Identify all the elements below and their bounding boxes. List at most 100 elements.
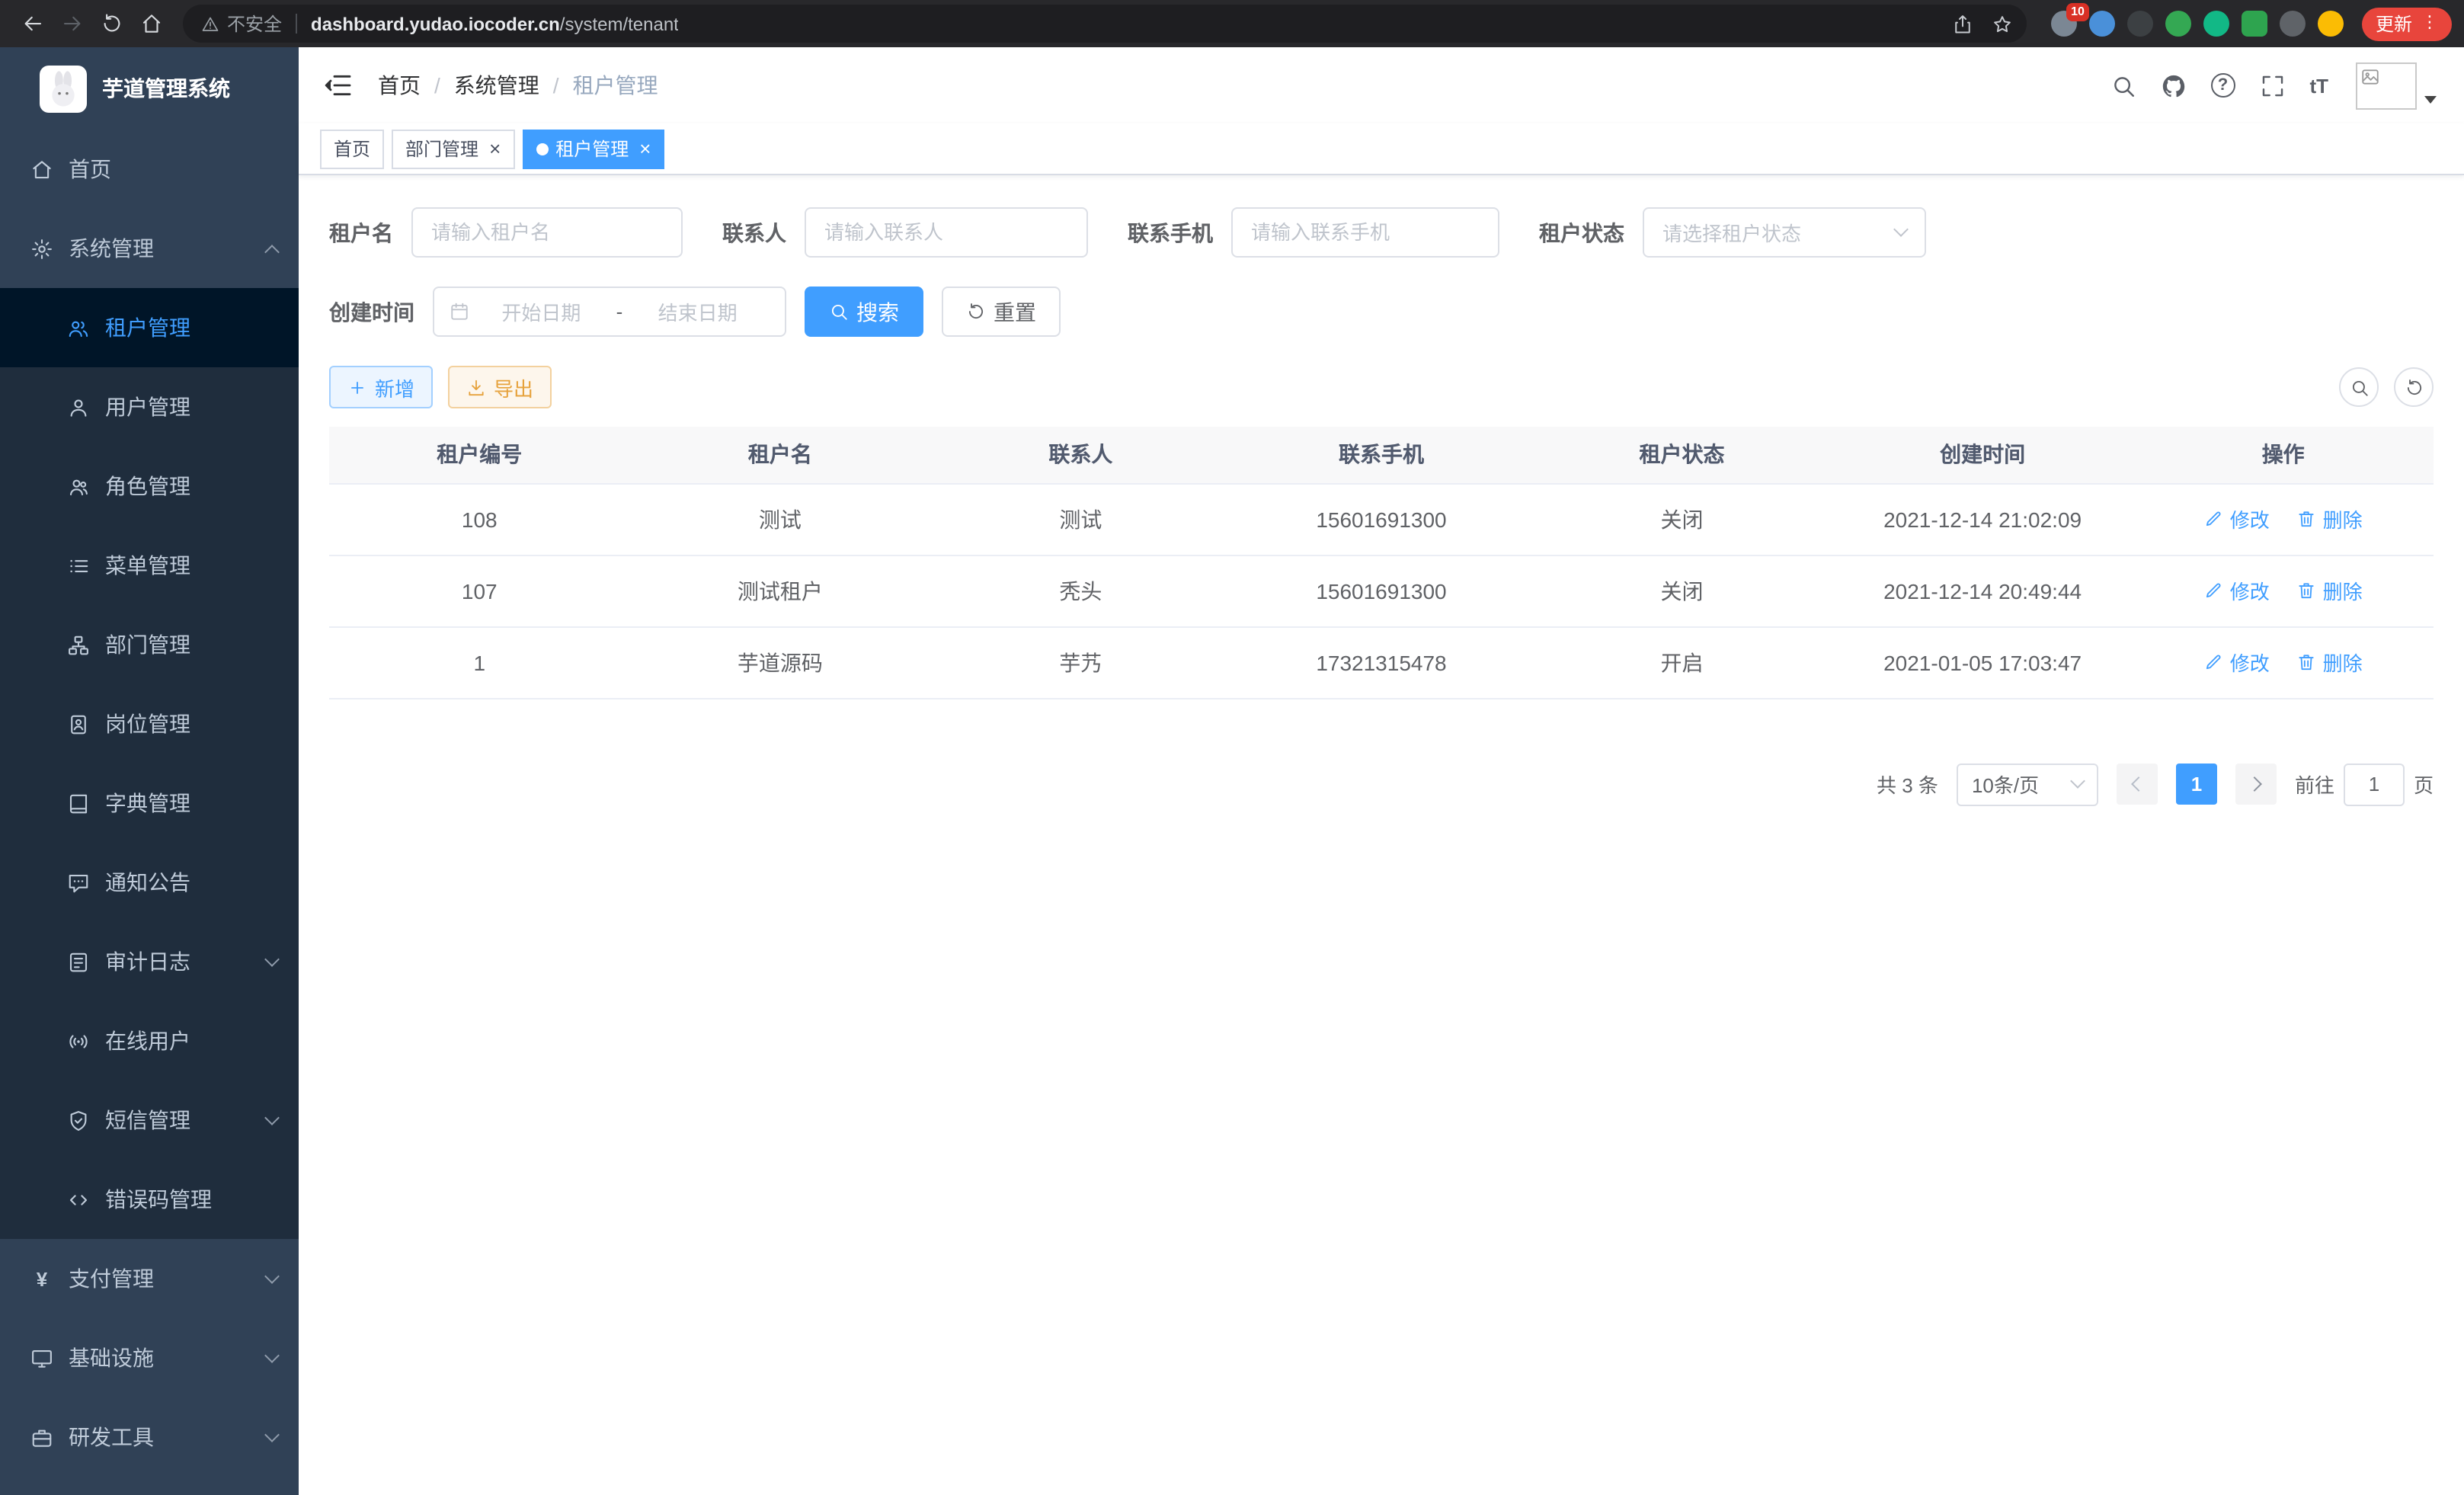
page-size-select[interactable]: 10条/页 bbox=[1957, 763, 2098, 805]
extension-icon[interactable] bbox=[2318, 11, 2344, 37]
sidebar-item-error-code[interactable]: 错误码管理 bbox=[0, 1160, 299, 1239]
trash-icon bbox=[2297, 581, 2317, 600]
date-start-placeholder: 开始日期 bbox=[469, 297, 613, 326]
shield-icon bbox=[67, 1109, 90, 1132]
sidebar-group-devtools[interactable]: 研发工具 bbox=[0, 1397, 299, 1477]
sidebar-group-sms[interactable]: 短信管理 bbox=[0, 1080, 299, 1160]
prev-page-button[interactable] bbox=[2117, 764, 2158, 805]
cell-contact: 测试 bbox=[930, 483, 1231, 555]
chevron-up-icon bbox=[264, 245, 280, 260]
tenant-name-input[interactable] bbox=[411, 207, 683, 258]
share-button[interactable] bbox=[1944, 5, 1981, 42]
github-icon[interactable] bbox=[2160, 72, 2186, 98]
sidebar-item-dept-management[interactable]: 部门管理 bbox=[0, 605, 299, 684]
extension-icon[interactable] bbox=[2280, 11, 2306, 37]
page-content: 租户名 联系人 联系手机 租户状态 请选择租户状态 bbox=[299, 175, 2464, 1495]
star-icon bbox=[1992, 13, 2013, 34]
address-bar[interactable]: 不安全 dashboard.yudao.iocoder.cn/system/te… bbox=[183, 5, 2027, 43]
sidebar-item-menu-management[interactable]: 菜单管理 bbox=[0, 526, 299, 605]
extension-icon[interactable] bbox=[2165, 11, 2191, 37]
column-header-actions: 操作 bbox=[2133, 427, 2434, 483]
calendar-icon bbox=[450, 302, 469, 322]
bookmark-button[interactable] bbox=[1984, 5, 2021, 42]
close-icon[interactable]: × bbox=[489, 139, 501, 158]
sidebar-item-online-users[interactable]: 在线用户 bbox=[0, 1001, 299, 1080]
trash-icon bbox=[2297, 509, 2317, 529]
goto-page-input[interactable] bbox=[2344, 763, 2405, 805]
sidebar-toggle-button[interactable] bbox=[323, 70, 354, 101]
sidebar-group-payment[interactable]: ¥ 支付管理 bbox=[0, 1239, 299, 1318]
extension-icon[interactable] bbox=[2203, 11, 2229, 37]
page-number-button[interactable]: 1 bbox=[2176, 764, 2217, 805]
search-button[interactable]: 搜索 bbox=[805, 287, 923, 337]
sidebar-item-tenant-management[interactable]: 租户管理 bbox=[0, 288, 299, 367]
sidebar-item-user-management[interactable]: 用户管理 bbox=[0, 367, 299, 447]
sidebar-item-dict-management[interactable]: 字典管理 bbox=[0, 764, 299, 843]
sidebar-item-notice[interactable]: 通知公告 bbox=[0, 843, 299, 922]
browser-refresh-button[interactable] bbox=[91, 4, 131, 43]
extension-icon[interactable] bbox=[2242, 11, 2267, 37]
column-header-tenant-name: 租户名 bbox=[630, 427, 931, 483]
contact-input[interactable] bbox=[805, 207, 1088, 258]
sidebar-group-infrastructure[interactable]: 基础设施 bbox=[0, 1318, 299, 1397]
app-logo[interactable]: 芋道管理系统 bbox=[0, 47, 299, 130]
filter-tenant-name: 租户名 bbox=[329, 207, 683, 258]
breadcrumb-item-system[interactable]: 系统管理 bbox=[454, 70, 539, 101]
search-icon bbox=[829, 302, 849, 322]
cell-created-at: 2021-12-14 20:49:44 bbox=[1832, 555, 2133, 626]
edit-button[interactable]: 修改 bbox=[2204, 576, 2270, 605]
sidebar-item-post-management[interactable]: 岗位管理 bbox=[0, 684, 299, 764]
add-button[interactable]: 新增 bbox=[329, 366, 433, 408]
extension-icon[interactable] bbox=[2127, 11, 2153, 37]
tab-tenant-management[interactable]: 租户管理 × bbox=[522, 129, 664, 168]
sidebar-item-role-management[interactable]: 角色管理 bbox=[0, 447, 299, 526]
navbar: 首页 / 系统管理 / 租户管理 ? tT bbox=[299, 47, 2464, 123]
omnibox-divider bbox=[296, 14, 297, 34]
table-header-row: 租户编号 租户名 联系人 联系手机 租户状态 创建时间 操作 bbox=[329, 427, 2434, 483]
user-avatar-menu[interactable] bbox=[2356, 62, 2437, 109]
browser-home-button[interactable] bbox=[131, 4, 171, 43]
fullscreen-icon[interactable] bbox=[2259, 72, 2285, 98]
status-label: 租户状态 bbox=[1539, 217, 1624, 248]
phone-input[interactable] bbox=[1231, 207, 1499, 258]
sidebar-menu: 首页 系统管理 租户管理 用户管理 bbox=[0, 130, 299, 1495]
search-icon bbox=[2349, 377, 2369, 397]
help-icon[interactable]: ? bbox=[2210, 73, 2235, 98]
sidebar-group-audit-log[interactable]: 审计日志 bbox=[0, 922, 299, 1001]
tab-home[interactable]: 首页 bbox=[320, 129, 384, 168]
close-icon[interactable]: × bbox=[639, 139, 651, 158]
chevron-right-icon bbox=[2247, 776, 2262, 792]
breadcrumb-item-home[interactable]: 首页 bbox=[378, 70, 421, 101]
delete-button[interactable]: 删除 bbox=[2297, 648, 2363, 677]
avatar-broken-image bbox=[2356, 62, 2417, 109]
edit-button[interactable]: 修改 bbox=[2204, 648, 2270, 677]
export-button[interactable]: 导出 bbox=[448, 366, 552, 408]
reset-button[interactable]: 重置 bbox=[942, 287, 1061, 337]
audit-log-icon bbox=[67, 950, 90, 973]
toggle-search-button[interactable] bbox=[2339, 367, 2379, 407]
navbar-actions: ? tT bbox=[2110, 62, 2437, 109]
date-range-picker[interactable]: 开始日期 - 结束日期 bbox=[433, 287, 786, 337]
table-tools bbox=[2339, 367, 2434, 407]
sidebar-item-home[interactable]: 首页 bbox=[0, 130, 299, 209]
extension-icon[interactable]: 10 bbox=[2051, 11, 2077, 37]
browser-back-button[interactable] bbox=[12, 4, 52, 43]
tenant-name-label: 租户名 bbox=[329, 217, 393, 248]
next-page-button[interactable] bbox=[2235, 764, 2277, 805]
header-search-icon[interactable] bbox=[2110, 72, 2136, 98]
site-security-chip[interactable]: 不安全 bbox=[201, 11, 282, 37]
tenant-table: 租户编号 租户名 联系人 联系手机 租户状态 创建时间 操作 108 测试 bbox=[329, 427, 2434, 699]
cell-phone: 15601691300 bbox=[1231, 555, 1532, 626]
cell-status: 关闭 bbox=[1531, 483, 1832, 555]
delete-button[interactable]: 删除 bbox=[2297, 504, 2363, 533]
refresh-table-button[interactable] bbox=[2394, 367, 2434, 407]
font-size-icon[interactable]: tT bbox=[2309, 74, 2328, 97]
delete-button[interactable]: 删除 bbox=[2297, 576, 2363, 605]
sidebar-group-system[interactable]: 系统管理 bbox=[0, 209, 299, 288]
extension-icon[interactable] bbox=[2089, 11, 2115, 37]
status-select[interactable]: 请选择租户状态 bbox=[1643, 207, 1926, 258]
tab-dept-management[interactable]: 部门管理 × bbox=[392, 129, 514, 168]
browser-update-button[interactable]: 更新 ⋮ bbox=[2362, 7, 2452, 40]
browser-forward-button[interactable] bbox=[52, 4, 91, 43]
edit-button[interactable]: 修改 bbox=[2204, 504, 2270, 533]
